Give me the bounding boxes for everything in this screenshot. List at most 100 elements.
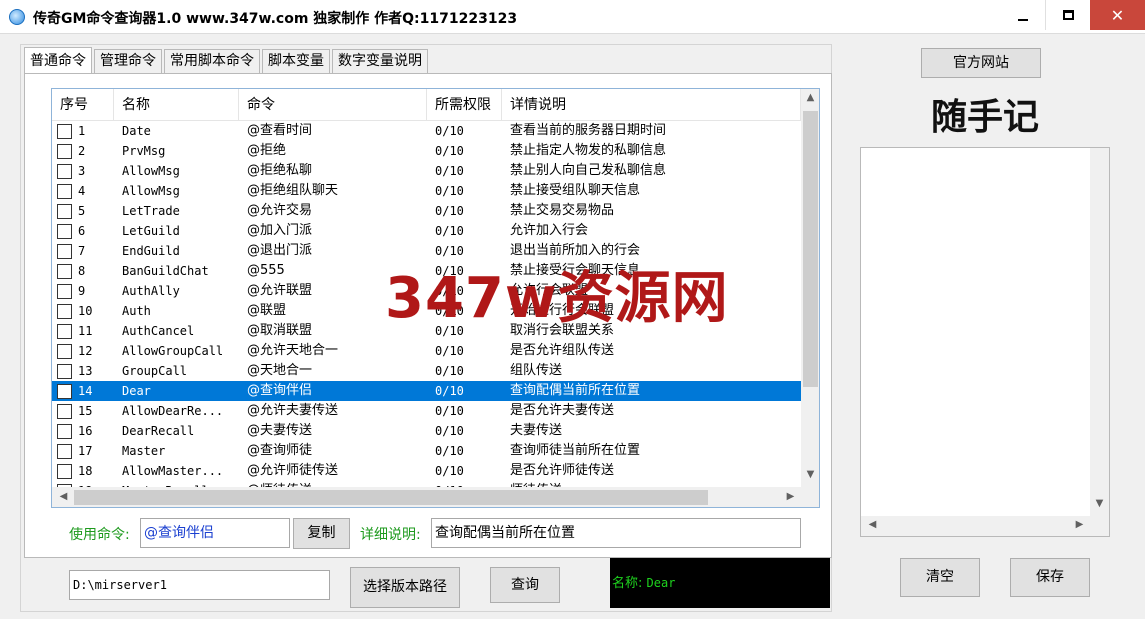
notes-scroll-left-icon[interactable]: ◀ [863, 519, 882, 530]
table-row[interactable]: 5 LetTrade @允许交易 0/10 禁止交易交易物品 [52, 201, 801, 221]
row-checkbox[interactable] [57, 143, 72, 159]
table-row[interactable]: 17 Master @查询师徒 0/10 查询师徒当前所在位置 [52, 441, 801, 461]
notes-vertical-scrollbar[interactable]: ▼ [1090, 148, 1109, 516]
row-permission: 0/10 [435, 404, 464, 418]
row-checkbox[interactable] [57, 343, 72, 359]
row-checkbox[interactable] [57, 183, 72, 199]
table-row[interactable]: 6 LetGuild @加入门派 0/10 允许加入行会 [52, 221, 801, 241]
row-permission: 0/10 [435, 184, 464, 198]
row-checkbox[interactable] [57, 283, 72, 299]
minimize-button[interactable] [1000, 0, 1045, 30]
row-index: 8 [52, 261, 114, 281]
tab-numeric-variables[interactable]: 数字变量说明 [332, 49, 428, 73]
row-index: 12 [52, 341, 114, 361]
detail-field[interactable]: 查询配偶当前所在位置 [431, 518, 801, 548]
table-row[interactable]: 1 Date @查看时间 0/10 查看当前的服务器日期时间 [52, 121, 801, 141]
row-name: DearRecall [122, 424, 195, 438]
row-checkbox[interactable] [57, 323, 72, 339]
row-index: 13 [52, 361, 114, 381]
row-index: 16 [52, 421, 114, 441]
column-header-index[interactable]: 序号 [52, 89, 114, 121]
notes-scroll-down-icon[interactable]: ▼ [1090, 498, 1109, 509]
select-path-button[interactable]: 选择版本路径 [350, 567, 460, 608]
tab-admin-commands[interactable]: 管理命令 [94, 49, 162, 73]
row-command: @允许天地合一 [247, 343, 339, 358]
tab-strip: 普通命令 管理命令 常用脚本命令 脚本变量 数字变量说明 [24, 47, 430, 73]
scroll-right-icon[interactable]: ▶ [781, 491, 800, 502]
copy-button[interactable]: 复制 [293, 518, 350, 549]
tab-script-commands[interactable]: 常用脚本命令 [164, 49, 260, 73]
row-permission: 0/10 [435, 464, 464, 478]
scroll-down-icon[interactable]: ▼ [801, 469, 819, 480]
table-row[interactable]: 16 DearRecall @夫妻传送 0/10 夫妻传送 [52, 421, 801, 441]
scroll-up-icon[interactable]: ▲ [801, 92, 819, 103]
column-header-command[interactable]: 命令 [239, 89, 427, 121]
row-checkbox[interactable] [57, 263, 72, 279]
save-button[interactable]: 保存 [1010, 558, 1090, 597]
row-description: 允许加入行会 [510, 223, 589, 238]
row-description: 禁止交易交易物品 [510, 203, 615, 218]
table-row[interactable]: 12 AllowGroupCall @允许天地合一 0/10 是否允许组队传送 [52, 341, 801, 361]
use-command-field[interactable]: @查询伴侣 [140, 518, 290, 548]
row-description: 是否允许组队传送 [510, 343, 615, 358]
query-button[interactable]: 查询 [490, 567, 560, 603]
row-checkbox[interactable] [57, 443, 72, 459]
tab-common-commands[interactable]: 普通命令 [24, 47, 92, 73]
notes-scroll-right-icon[interactable]: ▶ [1070, 519, 1089, 530]
row-checkbox[interactable] [57, 223, 72, 239]
row-command: @天地合一 [247, 363, 313, 378]
website-button[interactable]: 官方网站 [921, 48, 1041, 78]
row-name: AllowMsg [122, 164, 180, 178]
row-permission: 0/10 [435, 124, 464, 138]
row-description: 组队传送 [510, 363, 563, 378]
vertical-scroll-thumb[interactable] [803, 111, 818, 387]
row-command: @夫妻传送 [247, 423, 313, 438]
app-icon [9, 9, 25, 25]
row-command: @拒绝私聊 [247, 163, 313, 178]
vertical-scrollbar[interactable]: ▲ ▼ [801, 89, 819, 489]
row-description: 夫妻传送 [510, 423, 563, 438]
row-name: Date [122, 124, 151, 138]
row-command: @允许师徒传送 [247, 463, 339, 478]
table-row[interactable]: 15 AllowDearRe... @允许夫妻传送 0/10 是否允许夫妻传送 [52, 401, 801, 421]
row-permission: 0/10 [435, 224, 464, 238]
table-row[interactable]: 14 Dear @查询伴侣 0/10 查询配偶当前所在位置 [52, 381, 801, 401]
table-row[interactable]: 3 AllowMsg @拒绝私聊 0/10 禁止别人向自己发私聊信息 [52, 161, 801, 181]
row-checkbox[interactable] [57, 463, 72, 479]
row-name: Master [122, 444, 166, 458]
column-header-name[interactable]: 名称 [114, 89, 239, 121]
row-permission: 0/10 [435, 384, 464, 398]
table-row[interactable]: 2 PrvMsg @拒绝 0/10 禁止指定人物发的私聊信息 [52, 141, 801, 161]
row-index: 17 [52, 441, 114, 461]
row-checkbox[interactable] [57, 163, 72, 179]
row-permission: 0/10 [435, 364, 464, 378]
row-command: @拒绝组队聊天 [247, 183, 339, 198]
maximize-button[interactable] [1045, 0, 1090, 30]
close-button[interactable]: ✕ [1090, 0, 1145, 30]
server-path-field[interactable]: D:\mirserver1 [69, 570, 330, 600]
table-row[interactable]: 4 AllowMsg @拒绝组队聊天 0/10 禁止接受组队聊天信息 [52, 181, 801, 201]
horizontal-scroll-thumb[interactable] [74, 490, 708, 505]
scroll-left-icon[interactable]: ◀ [54, 491, 73, 502]
row-description: 禁止指定人物发的私聊信息 [510, 143, 667, 158]
table-row[interactable]: 18 AllowMaster... @允许师徒传送 0/10 是否允许师徒传送 [52, 461, 801, 481]
row-checkbox[interactable] [57, 303, 72, 319]
notes-title: 随手记 [930, 96, 1039, 138]
row-checkbox[interactable] [57, 423, 72, 439]
row-checkbox[interactable] [57, 203, 72, 219]
row-checkbox[interactable] [57, 383, 72, 399]
column-header-description[interactable]: 详情说明 [502, 89, 801, 121]
notes-horizontal-scrollbar[interactable]: ◀ ▶ [861, 516, 1091, 536]
column-header-permission[interactable]: 所需权限 [427, 89, 502, 121]
row-checkbox[interactable] [57, 123, 72, 139]
row-name: PrvMsg [122, 144, 166, 158]
horizontal-scrollbar[interactable]: ◀ ▶ [52, 487, 801, 507]
notes-textarea[interactable]: ▼ ◀ ▶ [860, 147, 1110, 537]
row-checkbox[interactable] [57, 243, 72, 259]
clear-button[interactable]: 清空 [900, 558, 980, 597]
table-row[interactable]: 13 GroupCall @天地合一 0/10 组队传送 [52, 361, 801, 381]
tab-script-variables[interactable]: 脚本变量 [262, 49, 330, 73]
row-name: AllowGroupCall [122, 344, 224, 358]
row-checkbox[interactable] [57, 403, 72, 419]
row-checkbox[interactable] [57, 363, 72, 379]
